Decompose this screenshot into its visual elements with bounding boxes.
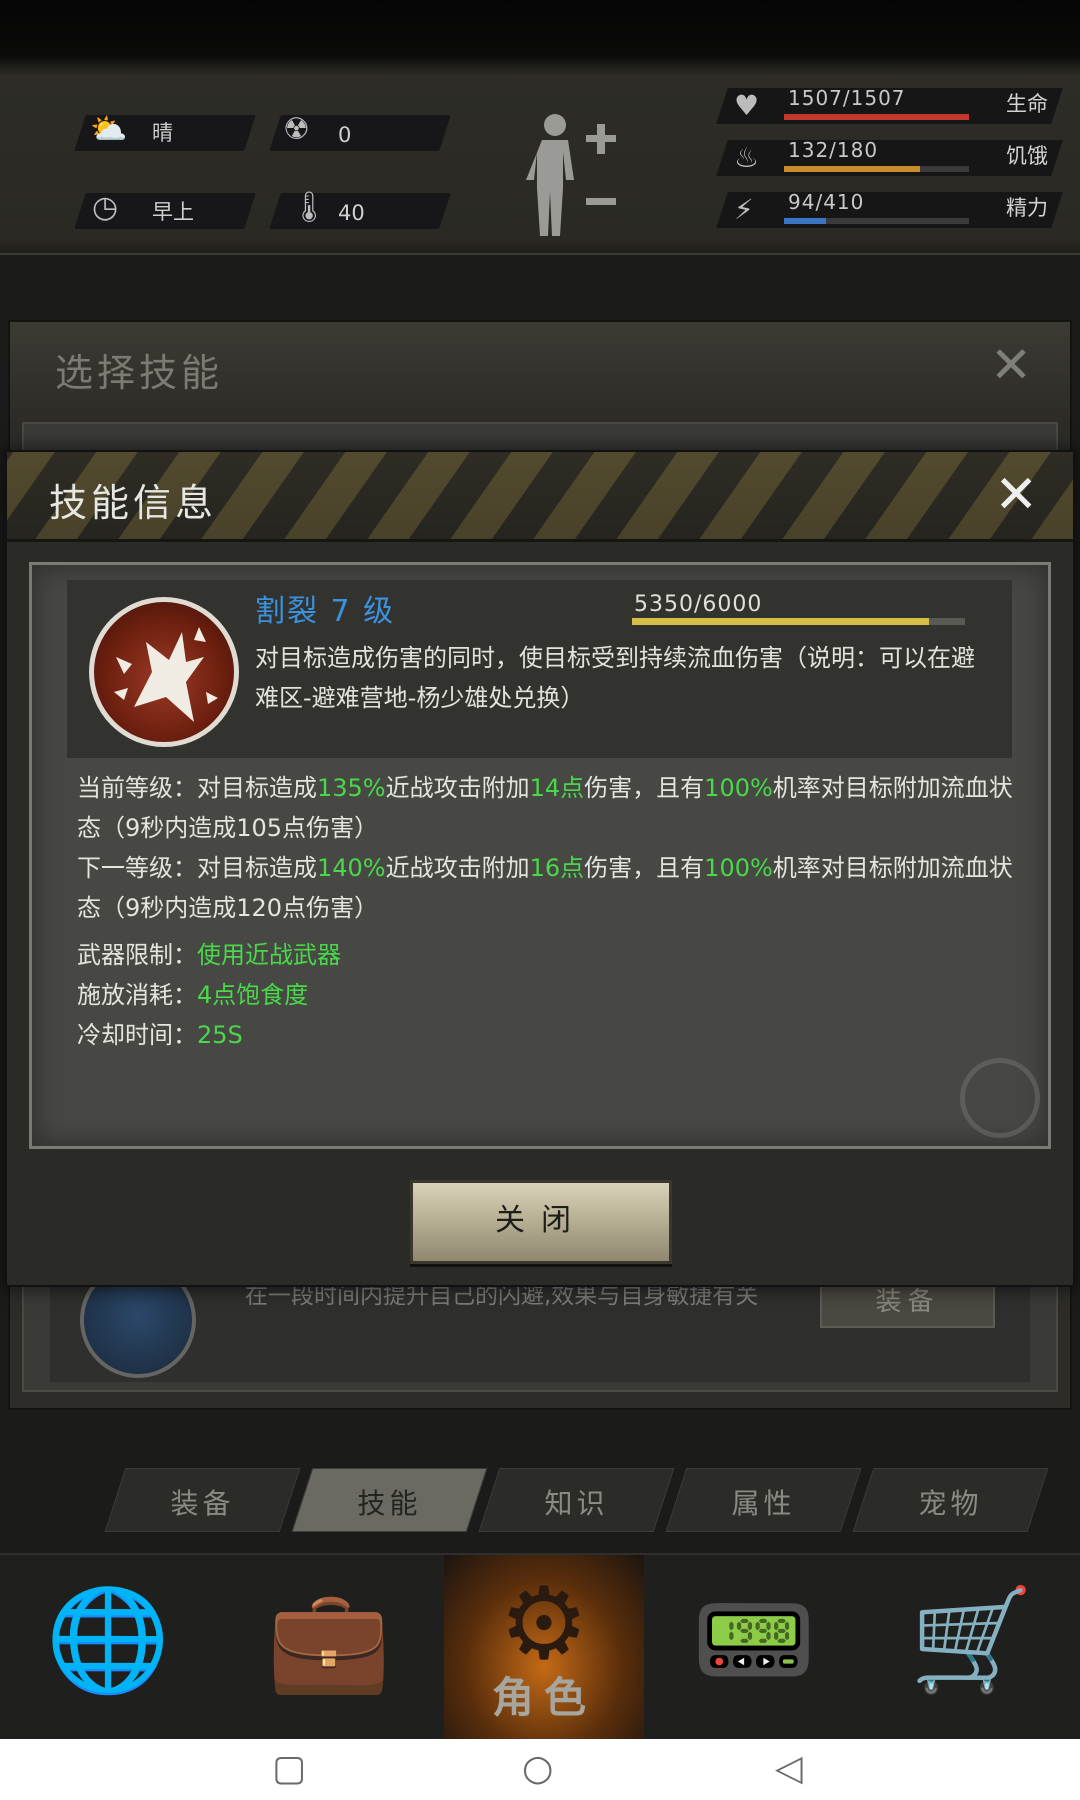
thermometer-icon: 🌡 (290, 190, 329, 225)
health-stat: ♥ 1507/1507 生命 (716, 84, 1063, 128)
energy-label: 精力 (1006, 196, 1048, 220)
energy-stat: ⚡ 94/410 精力 (716, 188, 1063, 232)
android-nav-bar: ▢ ○ ◁ (0, 1739, 1080, 1800)
hunger-value: 132/180 (788, 138, 879, 162)
energy-value: 94/410 (788, 190, 865, 214)
health-value: 1507/1507 (788, 86, 906, 110)
tab-knowledge-label: 知识 (544, 1487, 609, 1520)
home-icon[interactable]: ○ (522, 1747, 553, 1791)
status-bar: ⛅ 晴 ☢ 0 ◷ 早上 🌡 40 ♥ 1507/1507 生命 ♨ 132/1… (0, 0, 1080, 255)
lightning-icon: ⚡ (734, 193, 754, 226)
tab-attributes-label: 属性 (731, 1487, 796, 1520)
hunger-label: 饥饿 (1006, 144, 1048, 168)
skill-info-dialog: 技能信息 ✕ 割裂 7 级 5350/6000 对目标造成伤害的同时，使目标受到… (5, 450, 1075, 1287)
globe-icon: 🌐 (45, 1581, 171, 1698)
character-head-icon: ⚙ (499, 1565, 589, 1682)
skill-info-body: 割裂 7 级 5350/6000 对目标造成伤害的同时，使目标受到持续流血伤害（… (29, 562, 1051, 1149)
skill-description: 对目标造成伤害的同时，使目标受到持续流血伤害（说明：可以在避难区-避难营地-杨少… (255, 644, 975, 712)
select-skill-title: 选择技能 (55, 351, 224, 395)
hunger-bar (784, 166, 969, 172)
skill-info-title: 技能信息 (49, 481, 218, 525)
nav-shop[interactable]: 🛒 (864, 1555, 1080, 1741)
current-level-effect: 当前等级：对目标造成135%近战攻击附加14点伤害，且有100%机率对目标附加流… (77, 774, 1013, 842)
skill-exp-bar (632, 618, 965, 625)
select-skill-close-icon[interactable]: ✕ (990, 340, 1032, 390)
body-figure-icon (526, 114, 574, 236)
plus-icon (586, 124, 616, 154)
tab-equipment-label: 装备 (170, 1487, 235, 1520)
backpack-icon: 💼 (266, 1581, 392, 1698)
skill-card: 割裂 7 级 5350/6000 对目标造成伤害的同时，使目标受到持续流血伤害（… (67, 580, 1012, 758)
nav-backpack[interactable]: 💼 (216, 1555, 442, 1741)
nav-world[interactable]: 🌐 (0, 1555, 216, 1741)
skill-name: 割裂 7 级 (255, 594, 396, 629)
health-bar (784, 114, 969, 120)
body-status-button[interactable] (520, 110, 630, 240)
cooldown: 冷却时间：25S (77, 1021, 243, 1049)
laceration-skill-icon (89, 597, 239, 747)
nav-radio[interactable]: 📟 (646, 1555, 862, 1741)
back-icon[interactable]: ◁ (775, 1747, 803, 1791)
radiation-icon: ☢ (283, 112, 310, 147)
close-button[interactable]: 关闭 (410, 1180, 672, 1264)
radiation-value: 0 (338, 123, 352, 147)
next-level-effect: 下一等级：对目标造成140%近战攻击附加16点伤害，且有100%机率对目标附加流… (77, 854, 1013, 922)
close-icon[interactable]: ✕ (994, 469, 1038, 521)
energy-bar (784, 218, 969, 224)
time-text: 早上 (152, 200, 194, 224)
stomach-icon: ♨ (734, 141, 760, 174)
recent-apps-icon[interactable]: ▢ (272, 1747, 306, 1791)
weather-text: 晴 (152, 121, 173, 145)
bottom-nav: 🌐 💼 ⚙ 角色 📟 🛒 (0, 1553, 1080, 1741)
cloud-sun-icon: ⛅ (90, 112, 128, 147)
radiation-watermark-icon (960, 1058, 1040, 1138)
cast-cost: 施放消耗：4点饱食度 (77, 981, 309, 1009)
clock-icon: ◷ (92, 190, 119, 225)
radio-icon: 📟 (691, 1581, 817, 1698)
tab-skills-label: 技能 (357, 1487, 422, 1520)
skill-info-header: 技能信息 ✕ (7, 452, 1073, 542)
skill-exp-text: 5350/6000 (634, 592, 763, 617)
tab-pets-label: 宠物 (918, 1487, 983, 1520)
health-label: 生命 (1006, 92, 1048, 116)
character-tabs: 装备 技能 知识 属性 宠物 (100, 1468, 1060, 1538)
temperature-value: 40 (338, 201, 365, 225)
cart-icon: 🛒 (909, 1581, 1035, 1698)
skill-list-item[interactable]: 在一段时间内提升自己的闪避,效果与自身敏捷有关 装备 (50, 1262, 1030, 1382)
weapon-limit: 武器限制：使用近战武器 (77, 941, 341, 969)
heart-icon: ♥ (734, 89, 760, 122)
select-skill-header: 选择技能 ✕ (10, 322, 1070, 410)
nav-character[interactable]: ⚙ 角色 (444, 1555, 644, 1741)
nav-character-label: 角色 (491, 1673, 596, 1722)
hunger-stat: ♨ 132/180 饥饿 (716, 136, 1063, 180)
minus-icon (586, 198, 616, 205)
